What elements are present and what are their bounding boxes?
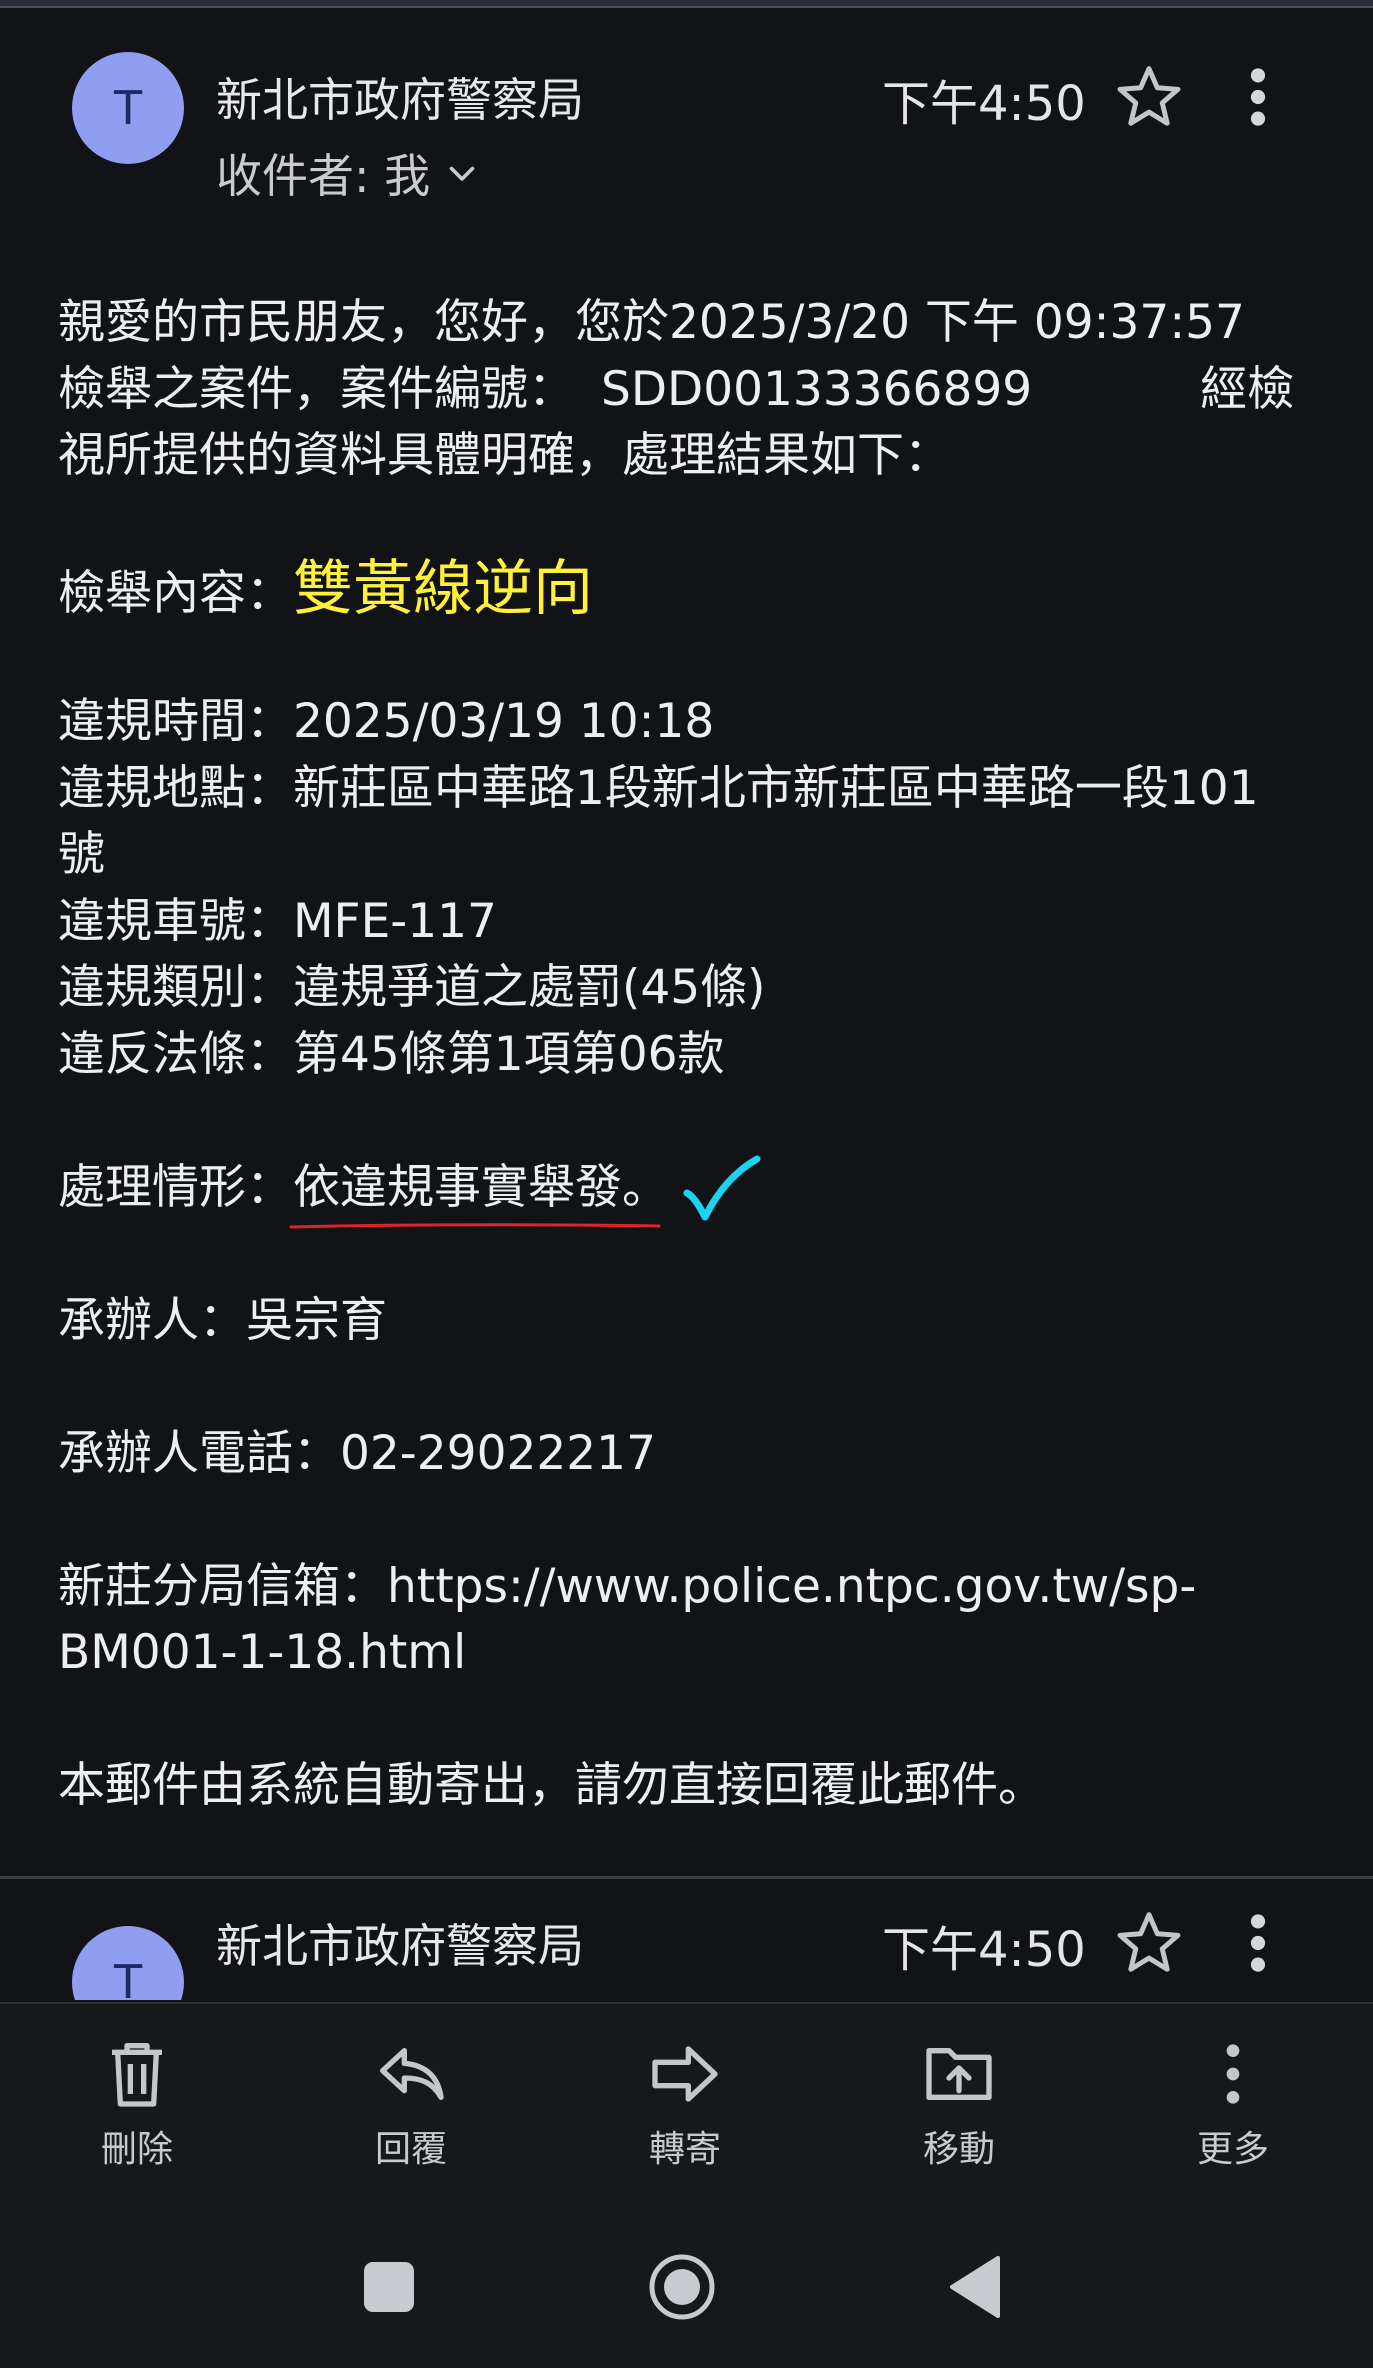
status-value-wrap: 依違規事實舉發: [289, 1155, 661, 1229]
more-label: 更多: [1196, 2129, 1269, 2170]
violation-location-value: 新莊區中華路1段新北市新莊區中華路一段101: [293, 760, 1259, 816]
action-toolbar: 刪除 回覆 轉寄 移動 更多: [0, 2002, 1373, 2202]
mailbox-line: 新莊分局信箱：https://www.police.ntpc.gov.tw/sp…: [58, 1554, 1318, 1621]
top-rule: [0, 0, 1373, 8]
red-underline-annotation: [289, 1223, 661, 1229]
case-prefix: 檢舉之案件，案件編號：: [58, 361, 575, 417]
status-value: 依違規事實舉發: [293, 1159, 622, 1215]
move-to-folder-icon: [926, 2047, 992, 2100]
violation-location-cont: 號: [58, 827, 105, 882]
status-line: 處理情形：依違規事實舉發。: [58, 1155, 1318, 1229]
reply-label: 回覆: [374, 2129, 447, 2170]
move-button[interactable]: 移動: [869, 2034, 1049, 2172]
violation-location-line: 違規地點：新莊區中華路1段新北市新莊區中華路一段101: [58, 756, 1318, 823]
phone-line: 承辦人電話：02-29022217: [58, 1421, 1318, 1488]
report-label: 檢舉內容：: [58, 566, 293, 621]
star-icon[interactable]: [1112, 1906, 1186, 1980]
law-line: 違反法條：第45條第1項第06款: [58, 1022, 1318, 1089]
checkmark-icon: [683, 1155, 761, 1221]
home-circle-icon[interactable]: [647, 2252, 717, 2322]
more-button[interactable]: 更多: [1143, 2034, 1323, 2172]
second-email-header[interactable]: T 新北市政府警察局 下午4:50: [0, 1900, 1373, 2000]
plate-label: 違規車號：: [58, 893, 293, 949]
recipient-toggle[interactable]: 收件者: 我: [216, 140, 480, 206]
category-value: 違規爭道之處罰(45條): [293, 960, 766, 1015]
reply-button[interactable]: 回覆: [321, 2034, 501, 2172]
email-header: T 新北市政府警察局 收件者: 我 下午4:50: [0, 40, 1373, 203]
chevron-down-icon: [449, 166, 475, 181]
system-nav-bar: [0, 2202, 1373, 2368]
body-line-case: 檢舉之案件，案件編號： SDD00133366899 經檢: [58, 357, 1318, 424]
reply-icon: [380, 2047, 444, 2100]
report-line: 檢舉內容：雙黃線逆向: [58, 556, 1318, 623]
status-label: 處理情形：: [58, 1159, 293, 1215]
forward-button[interactable]: 轉寄: [595, 2034, 775, 2172]
mailbox-link-cont[interactable]: BM001-1-18.html: [58, 1620, 1318, 1687]
delete-label: 刪除: [100, 2129, 173, 2170]
law-label: 違反法條：: [58, 1026, 293, 1082]
email-body: 親愛的市民朋友，您好，您於2025/3/20 下午 09:37:57 檢舉之案件…: [58, 290, 1318, 1820]
mailbox-link[interactable]: https://www.police.ntpc.gov.tw/sp-: [387, 1559, 1196, 1614]
case-number: SDD00133366899: [601, 361, 1033, 417]
forward-arrow-icon: [652, 2046, 718, 2102]
email-time: 下午4:50: [882, 1922, 1086, 1978]
violation-time-label: 違規時間：: [58, 694, 293, 749]
report-value: 雙黃線逆向: [293, 554, 593, 624]
violation-time-line: 違規時間：2025/03/19 10:18: [58, 689, 1318, 756]
category-line: 違規類別：違規爭道之處罰(45條): [58, 955, 1318, 1022]
mailbox-label: 新莊分局信箱：: [58, 1558, 387, 1614]
case-suffix: 經檢: [1200, 361, 1295, 417]
category-label: 違規類別：: [58, 960, 293, 1015]
star-icon[interactable]: [1112, 60, 1186, 134]
footer-note: 本郵件由系統自動寄出，請勿直接回覆此郵件。: [58, 1758, 1045, 1813]
handler-value: 吳宗育: [246, 1292, 387, 1348]
body-line: 親愛的市民朋友，您好，您於2025/3/20 下午 09:37:57: [58, 295, 1245, 350]
email-time: 下午4:50: [882, 76, 1086, 132]
trash-icon: [112, 2043, 162, 2107]
body-line: 視所提供的資料具體明確，處理結果如下：: [58, 428, 951, 483]
more-vert-icon[interactable]: [1230, 1906, 1286, 1980]
move-label: 移動: [922, 2129, 995, 2170]
plate-value: MFE-117: [293, 893, 497, 949]
sender-name: 新北市政府警察局: [216, 73, 584, 127]
violation-location-label: 違規地點：: [58, 760, 293, 816]
avatar[interactable]: T: [72, 52, 184, 164]
forward-label: 轉寄: [648, 2129, 721, 2170]
email-divider: [0, 1876, 1373, 1879]
status-end: 。: [622, 1159, 669, 1215]
delete-button[interactable]: 刪除: [47, 2034, 227, 2172]
plate-line: 違規車號：MFE-117: [58, 889, 1318, 956]
recipient-label: 收件者: 我: [216, 149, 431, 203]
more-vert-icon: [1226, 2044, 1240, 2104]
phone-value[interactable]: 02-29022217: [340, 1426, 656, 1481]
violation-time-value: 2025/03/19 10:18: [293, 694, 715, 749]
more-vert-icon[interactable]: [1230, 60, 1286, 134]
sender-name: 新北市政府警察局: [216, 1919, 584, 1973]
recents-square-icon[interactable]: [354, 2252, 424, 2322]
law-value: 第45條第1項第06款: [293, 1026, 725, 1082]
avatar[interactable]: T: [72, 1926, 184, 2000]
back-triangle-icon[interactable]: [942, 2252, 1012, 2322]
handler-label: 承辦人：: [58, 1292, 246, 1348]
handler-line: 承辦人：吳宗育: [58, 1288, 1318, 1355]
phone-label: 承辦人電話：: [58, 1425, 340, 1481]
